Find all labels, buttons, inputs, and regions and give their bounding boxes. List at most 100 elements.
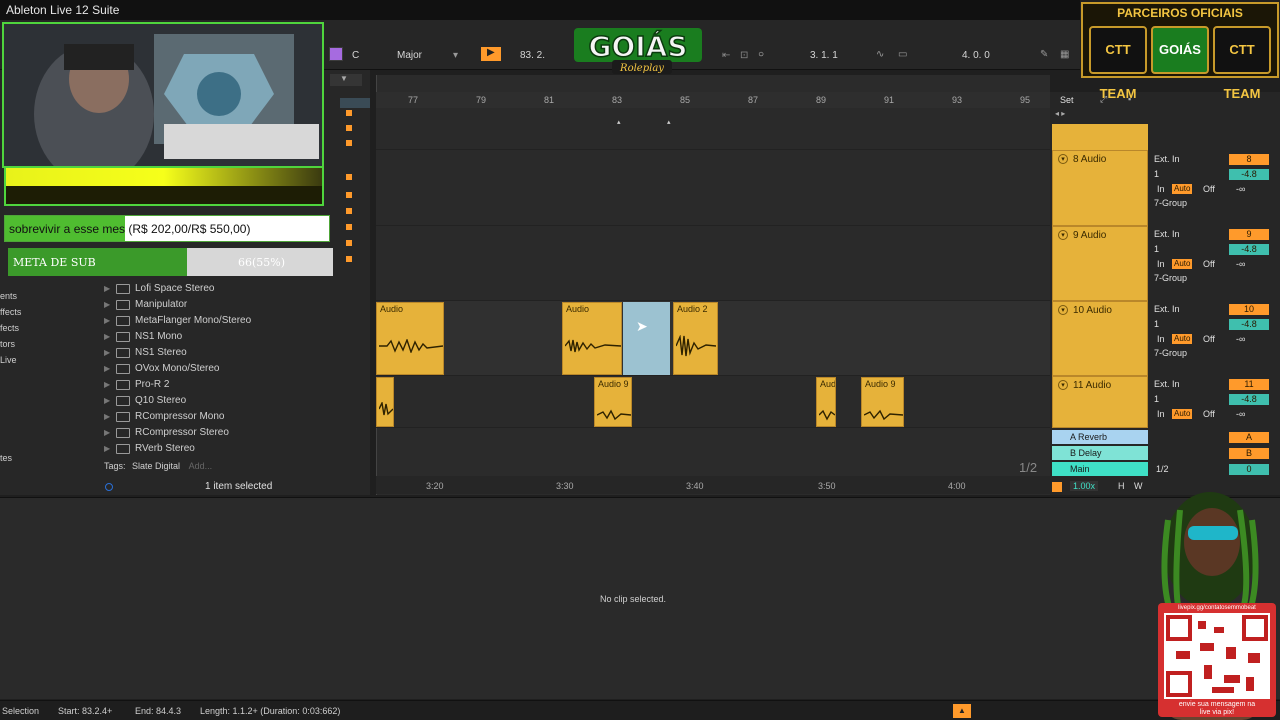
detail-view[interactable]: No clip selected. xyxy=(0,497,1280,699)
track-volume[interactable]: -4.8 xyxy=(1229,244,1269,255)
return-tag[interactable]: A xyxy=(1229,432,1269,443)
list-item[interactable]: ▶ Lofi Space Stereo xyxy=(104,281,364,297)
monitor-in[interactable]: In xyxy=(1157,259,1165,269)
track-pan[interactable]: -∞ xyxy=(1236,184,1245,194)
track-lane[interactable] xyxy=(376,108,1050,150)
track-lane[interactable] xyxy=(376,376,1050,428)
song-position[interactable]: 83. 2. xyxy=(520,50,545,61)
input-type[interactable]: Ext. In xyxy=(1154,304,1180,314)
input-channel[interactable]: 1 xyxy=(1154,394,1159,404)
grid-icon[interactable]: ▦ xyxy=(1060,49,1069,60)
info-icon[interactable] xyxy=(105,483,113,491)
expand-icon[interactable]: ▶ xyxy=(104,428,110,437)
list-item[interactable]: ▶ RVerb Stereo xyxy=(104,441,364,457)
list-item[interactable]: ▶ Pro-R 2 xyxy=(104,377,364,393)
expand-icon[interactable]: ▶ xyxy=(104,300,110,309)
track-pan[interactable]: -∞ xyxy=(1236,334,1245,344)
curve-icon[interactable]: ∿ xyxy=(876,49,884,60)
list-item[interactable]: ▶ RCompressor Mono xyxy=(104,409,364,425)
monitor-icon[interactable]: ▭ xyxy=(898,49,907,60)
loop-start[interactable]: 3. 1. 1 xyxy=(810,50,838,61)
loop-icon[interactable]: ⊡ xyxy=(740,50,748,61)
output-select[interactable]: 7-Group xyxy=(1154,198,1187,208)
tag-chip[interactable]: Slate Digital xyxy=(132,461,180,471)
list-item[interactable]: ▶ Q10 Stereo xyxy=(104,393,364,409)
monitor-off[interactable]: Off xyxy=(1203,259,1215,269)
audio-clip[interactable]: Audio xyxy=(562,302,622,375)
sidebar-item[interactable]: fects xyxy=(0,323,19,333)
arrows-icon[interactable]: ◂ ▸ xyxy=(1055,109,1065,118)
expand-icon[interactable]: ▶ xyxy=(104,364,110,373)
play-button[interactable]: ▶ xyxy=(481,47,501,61)
h-toggle[interactable]: H xyxy=(1118,481,1125,491)
track-number[interactable]: 9 xyxy=(1229,229,1269,240)
monitor-auto[interactable]: Auto xyxy=(1172,184,1193,194)
input-channel[interactable]: 1 xyxy=(1154,319,1159,329)
record-icon[interactable]: ○ xyxy=(758,49,764,60)
list-item[interactable]: ▶ NS1 Mono xyxy=(104,329,364,345)
loop-marker-icon[interactable]: ▴ xyxy=(617,118,621,126)
audio-clip[interactable]: Audio xyxy=(376,302,444,375)
output-select[interactable]: 7-Group xyxy=(1154,348,1187,358)
browser-dropdown[interactable]: ▼ xyxy=(330,74,362,86)
page-indicator[interactable]: 1/2 xyxy=(1019,460,1037,475)
track-number[interactable]: 8 xyxy=(1229,154,1269,165)
group-header[interactable] xyxy=(1052,124,1148,150)
monitor-off[interactable]: Off xyxy=(1203,409,1215,419)
fold-icon[interactable]: ▾ xyxy=(1058,154,1068,164)
track-header[interactable]: ▾ 9 Audio xyxy=(1052,226,1148,301)
monitor-auto[interactable]: Auto xyxy=(1172,334,1193,344)
expand-icon[interactable]: ▶ xyxy=(104,284,110,293)
main-output[interactable]: 1/2 xyxy=(1156,464,1169,474)
sidebar-item[interactable]: ents xyxy=(0,291,17,301)
sidebar-item[interactable]: Live xyxy=(0,355,17,365)
output-select[interactable]: 7-Group xyxy=(1154,273,1187,283)
input-type[interactable]: Ext. In xyxy=(1154,229,1180,239)
track-pan[interactable]: -∞ xyxy=(1236,409,1245,419)
track-header[interactable]: ▾ 8 Audio xyxy=(1052,150,1148,226)
sidebar-item[interactable]: ffects xyxy=(0,307,21,317)
track-header[interactable]: ▾ 11 Audio xyxy=(1052,376,1148,428)
monitor-in[interactable]: In xyxy=(1157,334,1165,344)
back-icon[interactable]: ⇤ xyxy=(722,50,730,61)
track-volume[interactable]: -4.8 xyxy=(1229,394,1269,405)
track-number[interactable]: 11 xyxy=(1229,379,1269,390)
list-item[interactable]: ▶ Manipulator xyxy=(104,297,364,313)
key-icon[interactable] xyxy=(329,47,343,61)
input-type[interactable]: Ext. In xyxy=(1154,154,1180,164)
input-channel[interactable]: 1 xyxy=(1154,244,1159,254)
expand-icon[interactable]: ▶ xyxy=(104,396,110,405)
warning-icon[interactable]: ▲ xyxy=(953,704,971,718)
main-track[interactable]: Main xyxy=(1052,462,1148,476)
zoom-icon[interactable] xyxy=(1052,482,1062,492)
set-label[interactable]: Set xyxy=(1060,95,1074,105)
expand-icon[interactable]: ▶ xyxy=(104,444,110,453)
list-item[interactable]: ▶ NS1 Stereo xyxy=(104,345,364,361)
monitor-auto[interactable]: Auto xyxy=(1172,409,1193,419)
monitor-off[interactable]: Off xyxy=(1203,184,1215,194)
list-item[interactable]: ▶ RCompressor Stereo xyxy=(104,425,364,441)
pencil-icon[interactable]: ✎ xyxy=(1040,49,1048,60)
track-volume[interactable]: -4.8 xyxy=(1229,319,1269,330)
list-item[interactable]: ▶ OVox Mono/Stereo xyxy=(104,361,364,377)
track-volume[interactable]: -4.8 xyxy=(1229,169,1269,180)
list-item[interactable]: ▶ MetaFlanger Mono/Stereo xyxy=(104,313,364,329)
audio-clip[interactable]: Audio 9 xyxy=(594,377,632,427)
fold-icon[interactable]: ▾ xyxy=(1058,305,1068,315)
audio-clip[interactable]: Audio 9 xyxy=(861,377,904,427)
monitor-in[interactable]: In xyxy=(1157,409,1165,419)
track-number[interactable]: 10 xyxy=(1229,304,1269,315)
monitor-in[interactable]: In xyxy=(1157,184,1165,194)
audio-clip[interactable] xyxy=(376,377,394,427)
audio-clip[interactable]: Audio 2 xyxy=(673,302,718,375)
key-select[interactable]: C xyxy=(352,50,359,61)
sidebar-item[interactable]: tes xyxy=(0,453,12,463)
track-pan[interactable]: -∞ xyxy=(1236,259,1245,269)
track-lane[interactable] xyxy=(376,226,1050,301)
main-volume[interactable]: 0 xyxy=(1229,464,1269,475)
sidebar-item[interactable]: tors xyxy=(0,339,15,349)
monitor-off[interactable]: Off xyxy=(1203,334,1215,344)
scale-select[interactable]: Major xyxy=(397,50,422,61)
bar-ruler[interactable]: 77 79 81 83 85 87 89 91 93 95 xyxy=(376,92,1050,108)
fold-icon[interactable]: ▾ xyxy=(1058,230,1068,240)
